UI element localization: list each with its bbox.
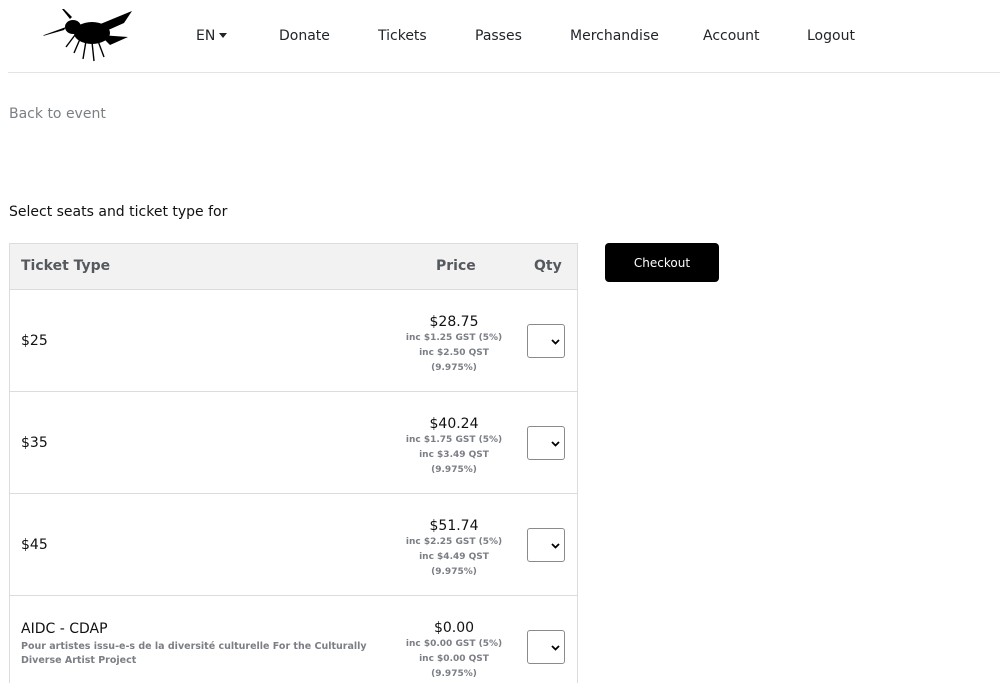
wasp-logo-icon[interactable]	[40, 5, 136, 65]
caret-down-icon	[219, 33, 228, 38]
price-cell: $0.00 inc $0.00 GST (5%) inc $0.00 QST (…	[390, 620, 518, 682]
ticket-type-name: $35	[21, 435, 48, 451]
qst-text: inc $3.49 QST	[419, 450, 489, 460]
section-title: Select seats and ticket type for	[9, 204, 228, 220]
price-cell: $51.74 inc $2.25 GST (5%) inc $4.49 QST …	[390, 518, 518, 580]
tax-info: inc $0.00 GST (5%) inc $0.00 QST (9.975%…	[390, 637, 518, 682]
ticket-type-name: AIDC - CDAP	[21, 621, 108, 637]
nav-tickets[interactable]: Tickets	[378, 28, 427, 44]
chevron-down-icon	[551, 543, 560, 549]
quantity-select[interactable]	[527, 630, 565, 664]
header-qty: Qty	[534, 258, 562, 274]
nav-merchandise[interactable]: Merchandise	[570, 28, 659, 44]
price-value: $51.74	[429, 518, 479, 534]
nav-divider	[8, 72, 1000, 73]
ticket-table: Ticket Type Price Qty $25 $28.75 inc $1.…	[9, 243, 578, 683]
table-row: AIDC - CDAP Pour artistes issu-e-s de la…	[10, 596, 577, 683]
table-header: Ticket Type Price Qty	[10, 244, 577, 290]
table-row: $45 $51.74 inc $2.25 GST (5%) inc $4.49 …	[10, 494, 577, 596]
table-row: $35 $40.24 inc $1.75 GST (5%) inc $3.49 …	[10, 392, 577, 494]
nav-donate[interactable]: Donate	[279, 28, 330, 44]
nav-account[interactable]: Account	[703, 28, 760, 44]
gst-text: inc $1.75 GST (5%)	[405, 435, 503, 445]
tax-info: inc $2.25 GST (5%) inc $4.49 QST (9.975%…	[390, 535, 518, 580]
tax-info: inc $1.75 GST (5%) inc $3.49 QST (9.975%…	[390, 433, 518, 478]
qst-text: inc $4.49 QST	[419, 552, 489, 562]
table-row: $25 $28.75 inc $1.25 GST (5%) inc $2.50 …	[10, 290, 577, 392]
chevron-down-icon	[551, 339, 560, 345]
qst-rate-text: (9.975%)	[431, 567, 477, 577]
language-label: EN	[196, 28, 216, 44]
header-price: Price	[436, 258, 476, 274]
gst-text: inc $2.25 GST (5%)	[405, 537, 503, 547]
ticket-type-name: $25	[21, 333, 48, 349]
checkout-button[interactable]: Checkout	[605, 243, 719, 282]
qst-text: inc $2.50 QST	[419, 348, 489, 358]
qst-rate-text: (9.975%)	[431, 363, 477, 373]
qst-rate-text: (9.975%)	[431, 465, 477, 475]
qst-rate-text: (9.975%)	[431, 669, 477, 679]
nav-logout[interactable]: Logout	[807, 28, 855, 44]
chevron-down-icon	[551, 645, 560, 651]
price-value: $0.00	[433, 620, 475, 636]
back-to-event-link[interactable]: Back to event	[9, 106, 106, 122]
gst-text: inc $0.00 GST (5%)	[405, 639, 503, 649]
price-value: $28.75	[429, 314, 479, 330]
ticket-type-description: Pour artistes issu-e-s de la diversité c…	[21, 641, 367, 666]
qst-text: inc $0.00 QST	[419, 654, 489, 664]
language-dropdown[interactable]: EN	[196, 28, 228, 44]
quantity-select[interactable]	[527, 324, 565, 358]
top-navbar: EN Donate Tickets Passes Merchandise Acc…	[0, 0, 1000, 73]
price-cell: $28.75 inc $1.25 GST (5%) inc $2.50 QST …	[390, 314, 518, 376]
nav-passes[interactable]: Passes	[475, 28, 522, 44]
gst-text: inc $1.25 GST (5%)	[405, 333, 503, 343]
price-cell: $40.24 inc $1.75 GST (5%) inc $3.49 QST …	[390, 416, 518, 478]
header-ticket-type: Ticket Type	[21, 258, 111, 274]
tax-info: inc $1.25 GST (5%) inc $2.50 QST (9.975%…	[390, 331, 518, 376]
ticket-type-name: $45	[21, 537, 48, 553]
quantity-select[interactable]	[527, 426, 565, 460]
quantity-select[interactable]	[527, 528, 565, 562]
chevron-down-icon	[551, 441, 560, 447]
price-value: $40.24	[429, 416, 479, 432]
